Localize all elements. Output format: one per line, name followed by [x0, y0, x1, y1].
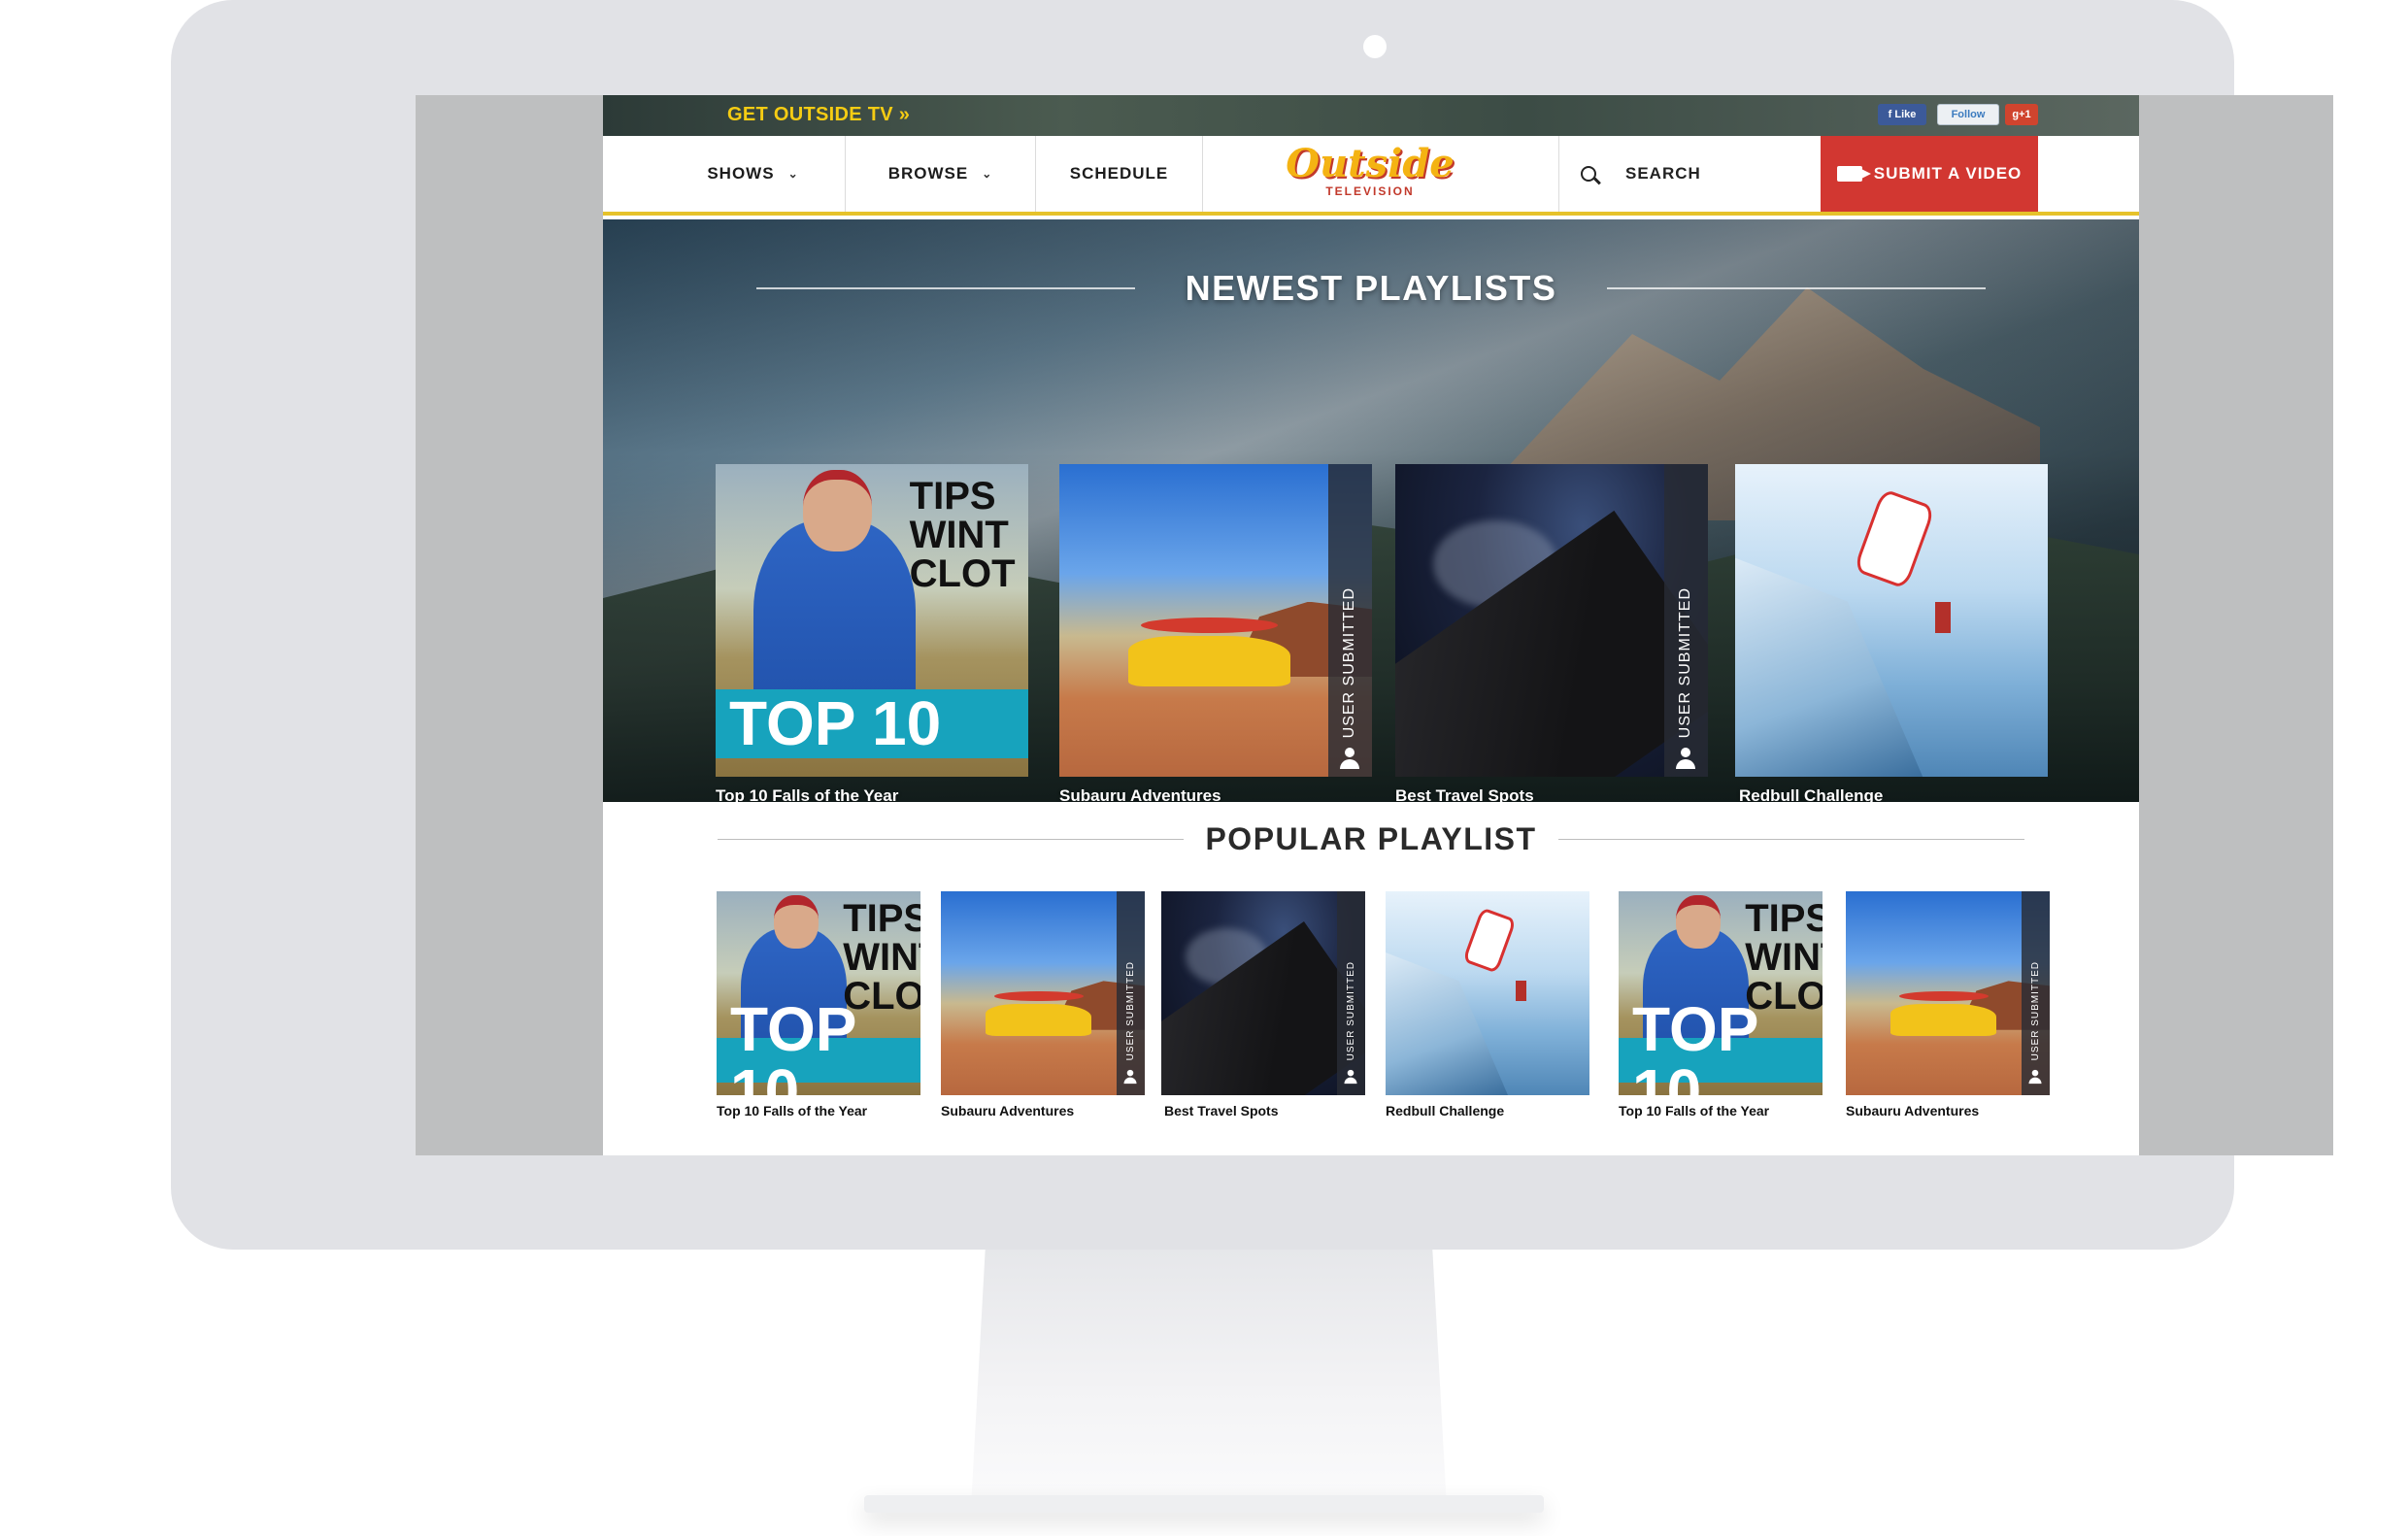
nav-schedule[interactable]: SCHEDULE: [1036, 136, 1203, 212]
section-title: POPULAR PLAYLIST: [1205, 821, 1537, 856]
video-camera-icon: [1836, 166, 1871, 182]
user-submitted-label: USER SUBMITTED: [1124, 960, 1136, 1060]
nav-browse[interactable]: BROWSE ⌄: [846, 136, 1036, 212]
cyclist-head-image: [1675, 895, 1721, 949]
playlist-card-title[interactable]: Best Travel Spots: [1164, 1103, 1279, 1119]
playlist-card-thumbnail[interactable]: USER SUBMITTED: [1059, 464, 1372, 777]
imac-stand-base: [864, 1495, 1544, 1513]
playlist-card-thumbnail[interactable]: USER SUBMITTED: [941, 891, 1145, 1095]
search-label: SEARCH: [1625, 164, 1701, 183]
imac-stand: [971, 1250, 1447, 1507]
screen: GET OUTSIDE TV » f Like Follow g+1 SHOWS…: [416, 95, 2333, 1155]
glacier-image: [1735, 557, 1923, 777]
imac-monitor: GET OUTSIDE TV » f Like Follow g+1 SHOWS…: [171, 0, 2333, 1250]
chevron-down-icon: ⌄: [982, 167, 993, 181]
top-strip: GET OUTSIDE TV » f Like Follow g+1: [603, 95, 2139, 136]
playlist-card-thumbnail[interactable]: USER SUBMITTED: [1161, 891, 1365, 1095]
top10-badge: TOP 10: [716, 688, 1028, 758]
car-image: [1890, 1003, 1997, 1037]
nav-schedule-label: SCHEDULE: [1069, 164, 1169, 183]
car-image: [1127, 636, 1291, 686]
playlist-card-title[interactable]: Subauru Adventures: [1846, 1103, 1979, 1119]
user-submitted-label: USER SUBMITTED: [1677, 586, 1694, 738]
skier-image: [1935, 601, 1952, 633]
submit-video-button[interactable]: SUBMIT A VIDEO: [1821, 136, 2038, 212]
skier-image: [1516, 981, 1526, 1002]
logo-wordmark: Outside: [1286, 141, 1455, 186]
user-submitted-strip: USER SUBMITTED: [1663, 464, 1708, 777]
user-icon: [1123, 1069, 1137, 1085]
stage: GET OUTSIDE TV » f Like Follow g+1 SHOWS…: [0, 0, 2408, 1536]
playlist-card-thumbnail[interactable]: TIPS WINT CLOT TOP 10: [716, 464, 1028, 777]
logo-subtitle: TELEVISION: [1325, 184, 1415, 198]
newest-header: NEWEST PLAYLISTS: [603, 268, 2139, 309]
main-nav: SHOWS ⌄ BROWSE ⌄ SCHEDULE Outside TELEVI…: [603, 136, 2139, 216]
chevron-down-icon: ⌄: [787, 167, 799, 181]
playlist-card-thumbnail[interactable]: [1386, 891, 1589, 1095]
search-box[interactable]: SEARCH: [1558, 136, 1821, 212]
nav-shows[interactable]: SHOWS ⌄: [603, 136, 846, 212]
playlist-card-thumbnail[interactable]: USER SUBMITTED: [1846, 891, 2050, 1095]
cyclist-head-image: [803, 470, 872, 552]
divider-line: [1557, 839, 2024, 840]
twitter-follow-button[interactable]: Follow: [1937, 104, 1999, 125]
website-page: GET OUTSIDE TV » f Like Follow g+1 SHOWS…: [603, 95, 2139, 1155]
section-title: NEWEST PLAYLISTS: [1185, 268, 1557, 308]
google-plus-button[interactable]: g+1: [2005, 104, 2038, 125]
user-submitted-strip: USER SUBMITTED: [1327, 464, 1372, 777]
outside-tv-logo[interactable]: Outside TELEVISION: [1283, 142, 1457, 210]
get-outside-tv-link[interactable]: GET OUTSIDE TV »: [727, 104, 910, 126]
divider-line: [755, 287, 1135, 289]
kayak-image: [1140, 617, 1279, 633]
paraglider-image: [1462, 907, 1517, 974]
playlist-card-title[interactable]: Top 10 Falls of the Year: [1619, 1103, 1769, 1119]
paraglider-image: [1853, 487, 1936, 590]
user-icon: [1340, 748, 1360, 769]
divider-line: [718, 839, 1185, 840]
top10-badge: TOP 10: [717, 998, 920, 1095]
top10-badge: TOP 10: [1619, 998, 1823, 1095]
thumbnail-overlay-text: TIPS WINT CLOT: [909, 474, 1016, 595]
user-icon: [1676, 748, 1696, 769]
playlist-card-title[interactable]: Top 10 Falls of the Year: [717, 1103, 867, 1119]
user-icon: [2028, 1069, 2042, 1085]
user-submitted-strip: USER SUBMITTED: [1116, 891, 1145, 1095]
playlist-card-thumbnail[interactable]: USER SUBMITTED: [1395, 464, 1708, 777]
playlist-card-thumbnail[interactable]: [1735, 464, 2048, 777]
nav-shows-label: SHOWS: [707, 164, 775, 183]
submit-video-label: SUBMIT A VIDEO: [1873, 164, 2023, 183]
playlist-card-title[interactable]: Subauru Adventures: [941, 1103, 1074, 1119]
cyclist-head-image: [773, 895, 819, 949]
popular-playlist-section: POPULAR PLAYLIST TIPS WINT CLOT TOP 10 T…: [603, 802, 2139, 1155]
user-icon: [1344, 1069, 1357, 1085]
popular-header: POPULAR PLAYLIST: [603, 821, 2139, 857]
user-submitted-label: USER SUBMITTED: [2029, 960, 2041, 1060]
user-submitted-strip: USER SUBMITTED: [2021, 891, 2050, 1095]
playlist-card-title[interactable]: Redbull Challenge: [1386, 1103, 1504, 1119]
glacier-image: [1386, 952, 1508, 1095]
webcam-icon: [1363, 35, 1387, 58]
divider-line: [1607, 287, 1987, 289]
user-submitted-strip: USER SUBMITTED: [1336, 891, 1365, 1095]
facebook-like-button[interactable]: f Like: [1878, 104, 1926, 125]
user-submitted-label: USER SUBMITTED: [1341, 586, 1358, 738]
nav-browse-label: BROWSE: [887, 164, 969, 183]
car-image: [986, 1003, 1092, 1037]
newest-playlists-section: NEWEST PLAYLISTS TIPS WINT CLOT TOP 10 T…: [603, 219, 2139, 805]
playlist-card-thumbnail[interactable]: TIPS WINT CLOT TOP 10: [717, 891, 920, 1095]
search-icon: [1581, 166, 1596, 182]
playlist-card-thumbnail[interactable]: TIPS WINT CLOT TOP 10: [1619, 891, 1823, 1095]
user-submitted-label: USER SUBMITTED: [1345, 960, 1356, 1060]
